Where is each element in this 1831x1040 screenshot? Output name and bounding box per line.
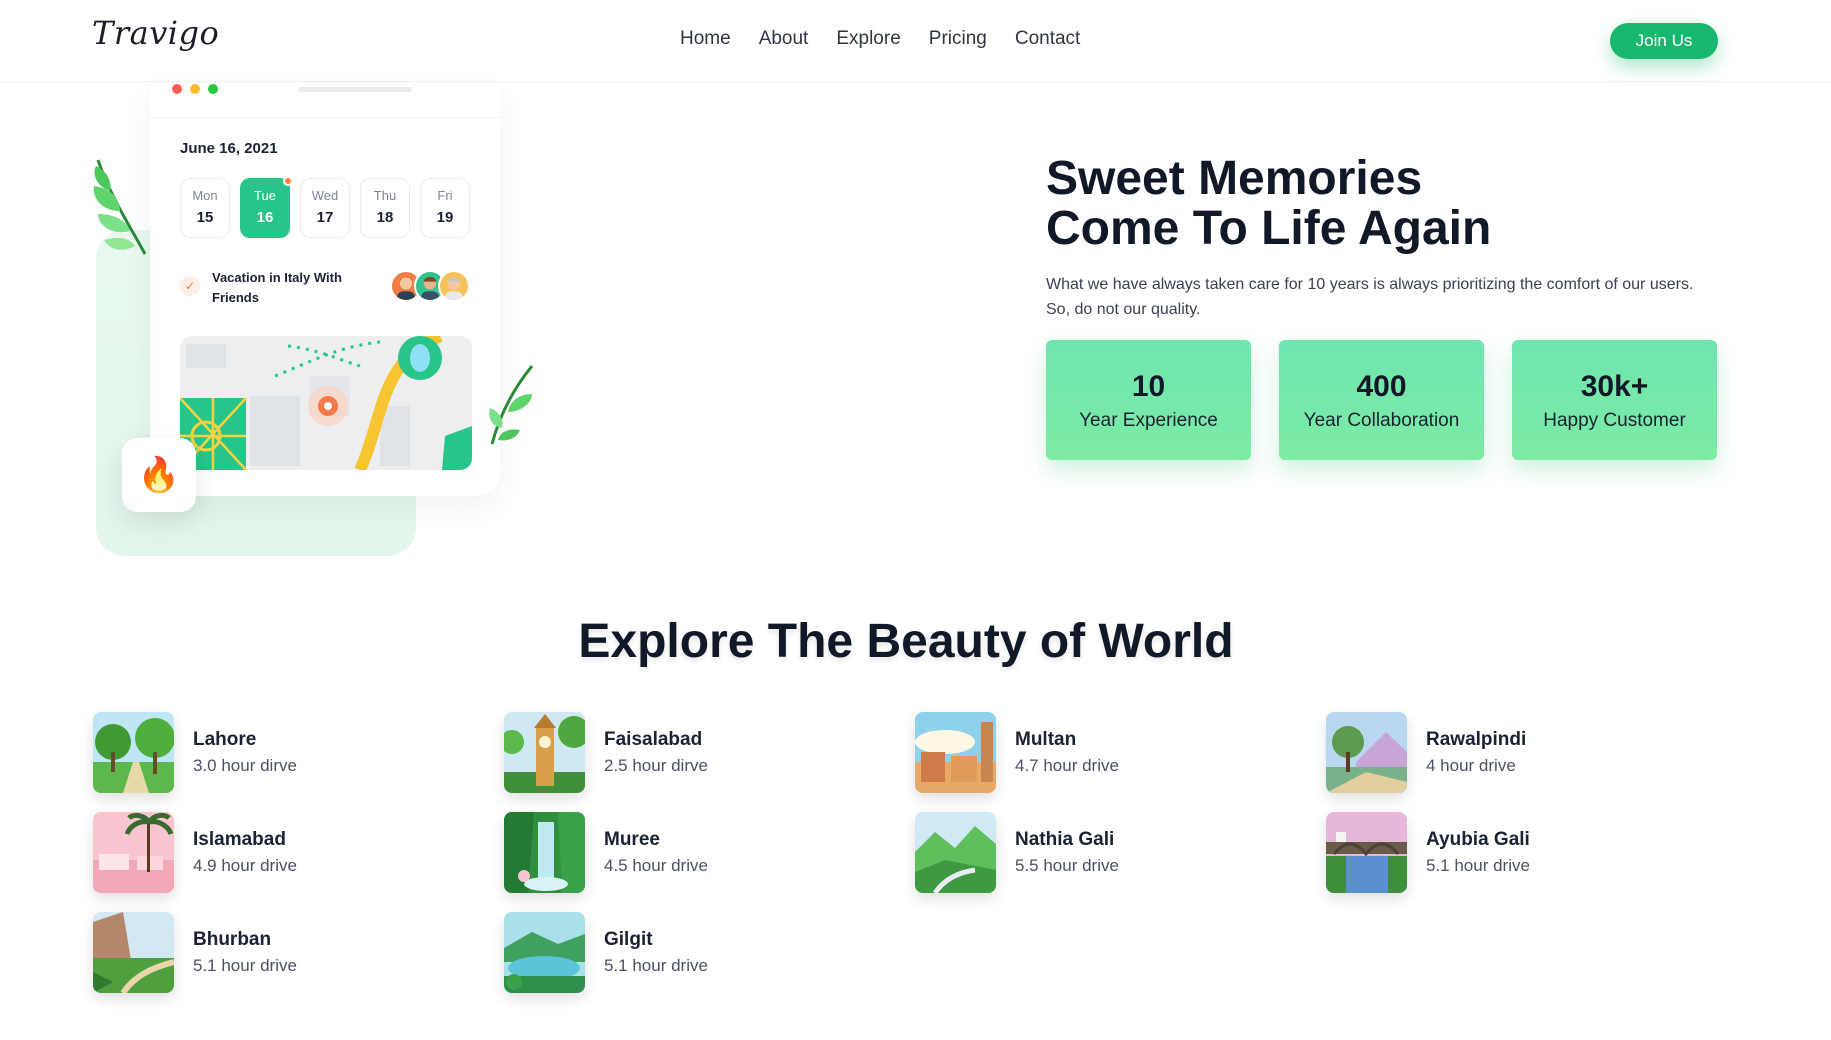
- logo[interactable]: Travigo: [92, 14, 219, 52]
- destination-name: Gilgit: [604, 929, 653, 950]
- url-bar: [298, 87, 412, 92]
- destination-card-gilgit[interactable]: Gilgit 5.1 hour drive: [504, 912, 884, 994]
- destination-thumbnail: [93, 812, 174, 893]
- day-mon[interactable]: Mon 15: [180, 178, 230, 238]
- destination-thumbnail: [915, 712, 996, 793]
- day-thu[interactable]: Thu 18: [360, 178, 410, 238]
- check-icon: ✓: [180, 276, 200, 296]
- fire-icon: 🔥: [137, 456, 181, 494]
- main-nav: Home About Explore Pricing Contact: [680, 28, 1080, 50]
- stat-label: Happy Customer: [1543, 410, 1686, 431]
- destination-time: 4 hour drive: [1426, 756, 1516, 775]
- day-picker: Mon 15 Tue 16 Wed 17 Thu 18 Fri 19: [180, 176, 470, 238]
- day-number: 17: [316, 209, 334, 226]
- destination-card-bhurban[interactable]: Bhurban 5.1 hour drive: [93, 912, 473, 994]
- calendar-date: June 16, 2021: [180, 140, 278, 157]
- destination-card-multan[interactable]: Multan 4.7 hour drive: [915, 712, 1295, 794]
- hero-description: What we have always taken care for 10 ye…: [1046, 276, 1694, 318]
- stats-row: 10 Year Experience 400 Year Collaboratio…: [1046, 340, 1717, 460]
- stat-value: 30k+: [1580, 370, 1649, 403]
- nav-pricing[interactable]: Pricing: [929, 28, 987, 50]
- destination-name: Rawalpindi: [1426, 729, 1527, 750]
- day-number: 16: [256, 209, 274, 226]
- destination-name: Nathia Gali: [1015, 829, 1115, 850]
- day-number: 15: [196, 209, 214, 226]
- nav-home[interactable]: Home: [680, 28, 731, 50]
- calendar-card: June 16, 2021 Mon 15 Tue 16 Wed 17 Thu 18 Fr…: [150, 82, 500, 496]
- day-name: Wed: [311, 188, 339, 203]
- avatar: [438, 270, 470, 302]
- hero-title-line2: Come To Life Again: [1046, 202, 1492, 255]
- destination-name: Bhurban: [193, 929, 272, 950]
- leaf-left-icon: [93, 159, 147, 255]
- destination-thumbnail: [915, 812, 996, 893]
- maximize-dot-icon: [208, 84, 218, 94]
- stat-value: 10: [1131, 370, 1166, 403]
- destination-thumbnail: [504, 712, 585, 793]
- destination-name: Islamabad: [193, 829, 286, 850]
- day-name: Thu: [373, 188, 397, 203]
- destination-time: 5.1 hour drive: [193, 956, 297, 975]
- stat-label: Year Collaboration: [1303, 410, 1460, 431]
- destination-time: 2.5 hour dirve: [604, 756, 708, 775]
- day-number: 19: [436, 209, 454, 226]
- destination-thumbnail: [1326, 712, 1407, 793]
- fire-badge: 🔥: [122, 438, 196, 512]
- destination-card-faisalabad[interactable]: Faisalabad 2.5 hour dirve: [504, 712, 884, 794]
- destination-thumbnail: [93, 712, 174, 793]
- window-bar: [150, 82, 500, 118]
- stat-label: Year Experience: [1079, 410, 1218, 431]
- destination-time: 5.1 hour drive: [604, 956, 708, 975]
- day-number: 18: [376, 209, 394, 226]
- close-dot-icon: [172, 84, 182, 94]
- stat-value: 400: [1356, 370, 1407, 403]
- leaf-right-icon: [489, 365, 534, 445]
- minimize-dot-icon: [190, 84, 200, 94]
- destination-card-nathia-gali[interactable]: Nathia Gali 5.5 hour drive: [915, 812, 1295, 894]
- hero-title-line1: Sweet Memories: [1046, 152, 1423, 205]
- join-us-button[interactable]: Join Us: [1610, 23, 1718, 59]
- destination-time: 4.9 hour drive: [193, 856, 297, 875]
- destination-time: 4.5 hour drive: [604, 856, 708, 875]
- notification-dot-icon: [283, 176, 293, 186]
- nav-explore[interactable]: Explore: [836, 28, 900, 50]
- destination-time: 5.1 hour drive: [1426, 856, 1530, 875]
- stat-card-customers: 30k+ Happy Customer: [1512, 340, 1717, 460]
- stat-card-experience: 10 Year Experience: [1046, 340, 1251, 460]
- destination-name: Lahore: [193, 729, 257, 750]
- stat-card-collaboration: 400 Year Collaboration: [1279, 340, 1484, 460]
- day-tue[interactable]: Tue 16: [240, 176, 293, 238]
- destination-card-islamabad[interactable]: Islamabad 4.9 hour drive: [93, 812, 473, 894]
- destination-time: 4.7 hour drive: [1015, 756, 1119, 775]
- avatar-group: [390, 270, 470, 302]
- destination-card-lahore[interactable]: Lahore 3.0 hour dirve: [93, 712, 473, 794]
- explore-title: Explore The Beauty of World: [578, 615, 1234, 668]
- day-fri[interactable]: Fri 19: [420, 178, 470, 238]
- day-name: Tue: [254, 188, 276, 203]
- day-wed[interactable]: Wed 17: [300, 178, 350, 238]
- destination-card-ayubia-gali[interactable]: Ayubia Gali 5.1 hour drive: [1326, 812, 1706, 894]
- destination-thumbnail: [1326, 812, 1407, 893]
- destination-time: 3.0 hour dirve: [193, 756, 297, 775]
- destination-thumbnail: [93, 912, 174, 993]
- destination-name: Multan: [1015, 729, 1077, 750]
- nav-about[interactable]: About: [759, 28, 809, 50]
- destination-name: Ayubia Gali: [1426, 829, 1530, 850]
- destination-card-muree[interactable]: Muree 4.5 hour drive: [504, 812, 884, 894]
- todo-text: Vacation in Italy With Friends: [212, 270, 342, 305]
- map-preview: [180, 336, 472, 470]
- hero-title: Sweet Memories Come To Life Again: [1046, 154, 1491, 254]
- navbar: Travigo Home About Explore Pricing Conta…: [0, 0, 1831, 82]
- destination-name: Muree: [604, 829, 660, 850]
- nav-contact[interactable]: Contact: [1015, 28, 1080, 50]
- destination-name: Faisalabad: [604, 729, 703, 750]
- destination-card-rawalpindi[interactable]: Rawalpindi 4 hour drive: [1326, 712, 1706, 794]
- day-name: Mon: [192, 188, 218, 203]
- destination-time: 5.5 hour drive: [1015, 856, 1119, 875]
- destination-thumbnail: [504, 912, 585, 993]
- todo-item: ✓ Vacation in Italy With Friends: [180, 268, 480, 312]
- day-name: Fri: [437, 188, 453, 203]
- destination-thumbnail: [504, 812, 585, 893]
- hero-illustration: June 16, 2021 Mon 15 Tue 16 Wed 17 Thu 18 Fr…: [90, 82, 550, 562]
